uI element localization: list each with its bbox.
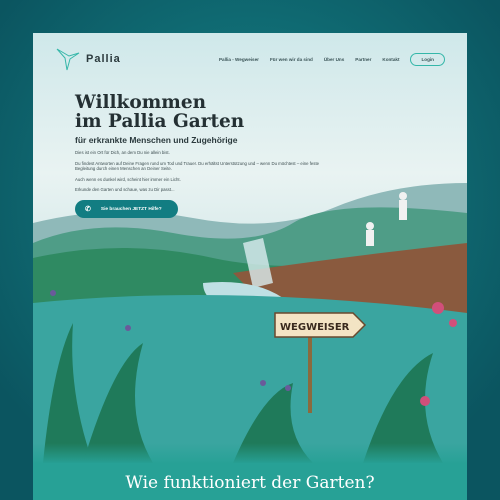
hero-paragraph: Dies ist ein Ort für Dich, an dem Du nie… [75,150,170,155]
hero-paragraph: Erkunde den Garten und schaue, was zu Di… [75,187,175,192]
section-heading: Wie funktioniert der Garten? [125,473,375,493]
title-line-1: Willkommen [75,92,207,113]
nav-item-wegweiser[interactable]: Pallia - Wegweiser [219,57,259,62]
nav-item-kontakt[interactable]: Kontakt [382,57,399,62]
title-line-2: im Pallia Garten [75,111,245,132]
help-button-label: Sie brauchen JETZT Hilfe? [100,206,162,212]
nav-item-partner[interactable]: Partner [355,57,371,62]
nav-item-ueber-uns[interactable]: Über Uns [324,57,344,62]
website-page: WEGWEISER Pallia Pallia - Wegweiser Für … [33,33,467,500]
nav-menu: Pallia - Wegweiser Für wen wir da sind Ü… [219,52,445,66]
hero-paragraph: Du findest Antworten auf Deine Fragen ru… [75,160,320,172]
brand-name: Pallia [86,53,121,65]
hero-title: Willkommen im Pallia Garten [75,93,335,131]
hero-text: Willkommen im Pallia Garten für erkrankte… [75,93,335,193]
phone-icon: ✆ [85,206,91,213]
logo[interactable]: Pallia [55,46,121,72]
hero-subtitle: für erkrankte Menschen und Zugehörige [75,135,238,145]
login-button[interactable]: Login [410,52,445,66]
hero-paragraph: Auch wenn es dunkel wird, scheint hier i… [75,176,181,182]
help-button[interactable]: ✆ Sie brauchen JETZT Hilfe? [75,200,178,218]
nav-item-fuer-wen[interactable]: Für wen wir da sind [270,57,313,62]
hummingbird-logo-icon [56,48,80,71]
top-navigation: Pallia Pallia - Wegweiser Für wen wir da… [33,33,467,85]
signpost-label: WEGWEISER [280,322,350,333]
